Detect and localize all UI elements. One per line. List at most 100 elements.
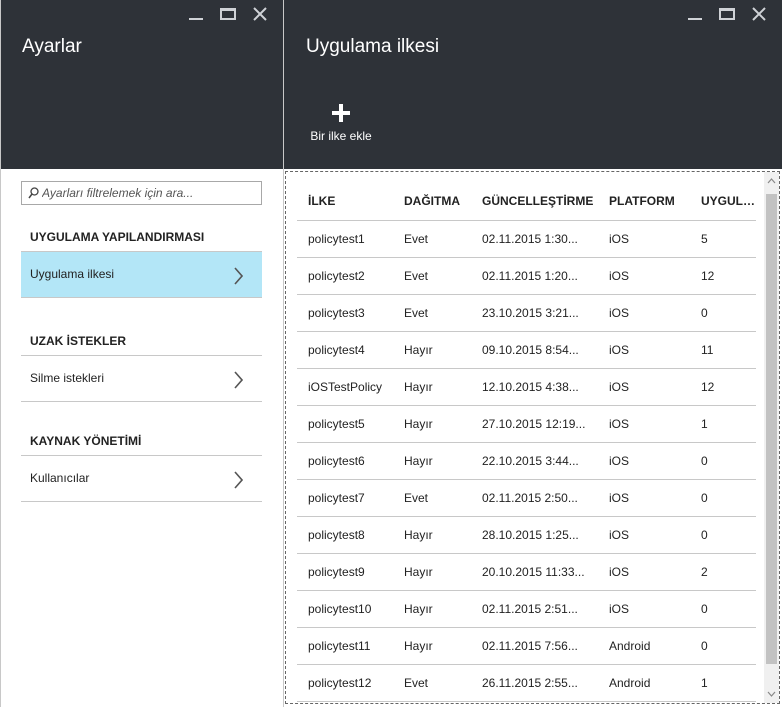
cell-apps: 0 <box>690 627 756 665</box>
cell-policy-name: policytest5 <box>297 405 393 443</box>
cell-deploy: Hayır <box>393 442 471 480</box>
section-heading-remote-requests: UZAK İSTEKLER <box>30 334 126 348</box>
table-row[interactable]: policytest4 Hayır 09.10.2015 8:54... iOS 11 <box>297 331 756 369</box>
chevron-right-icon <box>234 471 243 489</box>
cell-policy-name: policytest11 <box>297 627 393 665</box>
section-heading-resource-management: KAYNAK YÖNETİMİ <box>30 434 142 448</box>
section-heading-app-config: UYGULAMA YAPILANDIRMASI <box>30 230 205 244</box>
cell-policy-name: policytest8 <box>297 516 393 554</box>
cell-apps: 0 <box>690 294 756 332</box>
cell-policy-name: policytest1 <box>297 220 393 258</box>
table-row[interactable]: policytest8 Hayır 28.10.2015 1:25... iOS 0 <box>297 516 756 554</box>
column-header-apps[interactable]: UYGULAMALAR <box>690 182 756 221</box>
scroll-up-icon[interactable] <box>764 172 779 190</box>
cell-deploy: Evet <box>393 220 471 258</box>
cell-deploy: Hayır <box>393 553 471 591</box>
cell-policy-name: policytest9 <box>297 553 393 591</box>
column-header-policy[interactable]: İLKE <box>297 182 393 221</box>
table-row[interactable]: policytest3 Evet 23.10.2015 3:21... iOS 0 <box>297 294 756 332</box>
policy-blade-header: Uygulama ilkesi Bir ilke ekle <box>284 0 782 169</box>
table-row[interactable]: policytest9 Hayır 20.10.2015 11:33... iOS 2 <box>297 553 756 591</box>
cell-platform: Android <box>598 664 690 702</box>
cell-platform: Android <box>598 627 690 665</box>
add-policy-label: Bir ilke ekle <box>310 129 372 143</box>
cell-platform: iOS <box>598 553 690 591</box>
cell-policy-name: policytest7 <box>297 479 393 517</box>
cell-apps: 2 <box>690 553 756 591</box>
cell-updated: 02.11.2015 1:30... <box>471 220 598 258</box>
nav-item-wipe-requests[interactable]: Silme istekleri <box>21 355 262 402</box>
cell-policy-name: policytest10 <box>297 590 393 628</box>
cell-apps: 1 <box>690 664 756 702</box>
maximize-icon[interactable] <box>219 6 237 22</box>
policy-table: İLKE DAĞITMA GÜNCELLEŞTİRME PLATFORM UYG… <box>297 182 756 702</box>
minimize-icon[interactable] <box>686 6 704 22</box>
grid-scrollbar[interactable] <box>764 172 779 703</box>
nav-item-label: Kullanıcılar <box>30 471 90 485</box>
settings-blade-title: Ayarlar <box>22 36 82 57</box>
nav-item-label: Uygulama ilkesi <box>30 267 115 281</box>
cell-updated: 26.11.2015 2:55... <box>471 664 598 702</box>
table-row[interactable]: policytest7 Evet 02.11.2015 2:50... iOS 0 <box>297 479 756 517</box>
cell-deploy: Hayır <box>393 516 471 554</box>
table-row[interactable]: iOSTestPolicy Hayır 12.10.2015 4:38... iOS 1… <box>297 368 756 406</box>
cell-deploy: Evet <box>393 479 471 517</box>
cell-platform: iOS <box>598 220 690 258</box>
cell-deploy: Hayır <box>393 405 471 443</box>
cell-deploy: Hayır <box>393 368 471 406</box>
nav-item-app-policy[interactable]: Uygulama ilkesi <box>21 251 262 298</box>
cell-updated: 23.10.2015 3:21... <box>471 294 598 332</box>
cell-deploy: Hayır <box>393 627 471 665</box>
chevron-right-icon <box>234 371 243 389</box>
cell-platform: iOS <box>598 294 690 332</box>
nav-item-users[interactable]: Kullanıcılar <box>21 455 262 502</box>
cell-apps: 11 <box>690 331 756 369</box>
cell-apps: 12 <box>690 257 756 295</box>
scroll-down-icon[interactable] <box>764 685 779 703</box>
cell-apps: 0 <box>690 479 756 517</box>
chevron-right-icon <box>234 267 243 285</box>
search-icon <box>28 187 39 199</box>
add-policy-button[interactable]: Bir ilke ekle <box>306 100 376 150</box>
close-icon[interactable] <box>750 6 768 22</box>
settings-search-input[interactable] <box>42 182 258 204</box>
close-icon[interactable] <box>251 6 269 22</box>
cell-deploy: Evet <box>393 664 471 702</box>
table-row[interactable]: policytest2 Evet 02.11.2015 1:20... iOS 12 <box>297 257 756 295</box>
cell-policy-name: policytest12 <box>297 664 393 702</box>
settings-blade-header: Ayarlar <box>1 0 283 169</box>
cell-updated: 02.11.2015 1:20... <box>471 257 598 295</box>
cell-apps: 1 <box>690 405 756 443</box>
table-row[interactable]: policytest10 Hayır 02.11.2015 2:51... iOS 0 <box>297 590 756 628</box>
scroll-thumb[interactable] <box>766 194 777 664</box>
cell-policy-name: policytest6 <box>297 442 393 480</box>
column-header-platform[interactable]: PLATFORM <box>598 182 690 221</box>
cell-deploy: Hayır <box>393 331 471 369</box>
cell-platform: iOS <box>598 590 690 628</box>
cell-platform: iOS <box>598 516 690 554</box>
table-row[interactable]: policytest6 Hayır 22.10.2015 3:44... iOS 0 <box>297 442 756 480</box>
column-header-deploy[interactable]: DAĞITMA <box>393 182 471 221</box>
cell-updated: 22.10.2015 3:44... <box>471 442 598 480</box>
cell-deploy: Hayır <box>393 590 471 628</box>
cell-updated: 02.11.2015 2:51... <box>471 590 598 628</box>
table-row[interactable]: policytest5 Hayır 27.10.2015 12:19... iOS 1 <box>297 405 756 443</box>
cell-updated: 20.10.2015 11:33... <box>471 553 598 591</box>
table-row[interactable]: policytest12 Evet 26.11.2015 2:55... Androi… <box>297 664 756 702</box>
column-header-updated[interactable]: GÜNCELLEŞTİRME <box>471 182 598 221</box>
settings-search-box[interactable] <box>21 181 262 205</box>
minimize-icon[interactable] <box>187 6 205 22</box>
cell-platform: iOS <box>598 405 690 443</box>
table-row[interactable]: policytest11 Hayır 02.11.2015 7:56... Andro… <box>297 627 756 665</box>
cell-deploy: Evet <box>393 294 471 332</box>
table-row[interactable]: policytest1 Evet 02.11.2015 1:30... iOS 5 <box>297 220 756 258</box>
cell-policy-name: policytest3 <box>297 294 393 332</box>
cell-apps: 0 <box>690 516 756 554</box>
cell-apps: 12 <box>690 368 756 406</box>
nav-item-label: Silme istekleri <box>30 371 105 385</box>
cell-policy-name: iOSTestPolicy <box>297 368 393 406</box>
cell-platform: iOS <box>598 442 690 480</box>
maximize-icon[interactable] <box>718 6 736 22</box>
cell-updated: 02.11.2015 2:50... <box>471 479 598 517</box>
cell-policy-name: policytest2 <box>297 257 393 295</box>
